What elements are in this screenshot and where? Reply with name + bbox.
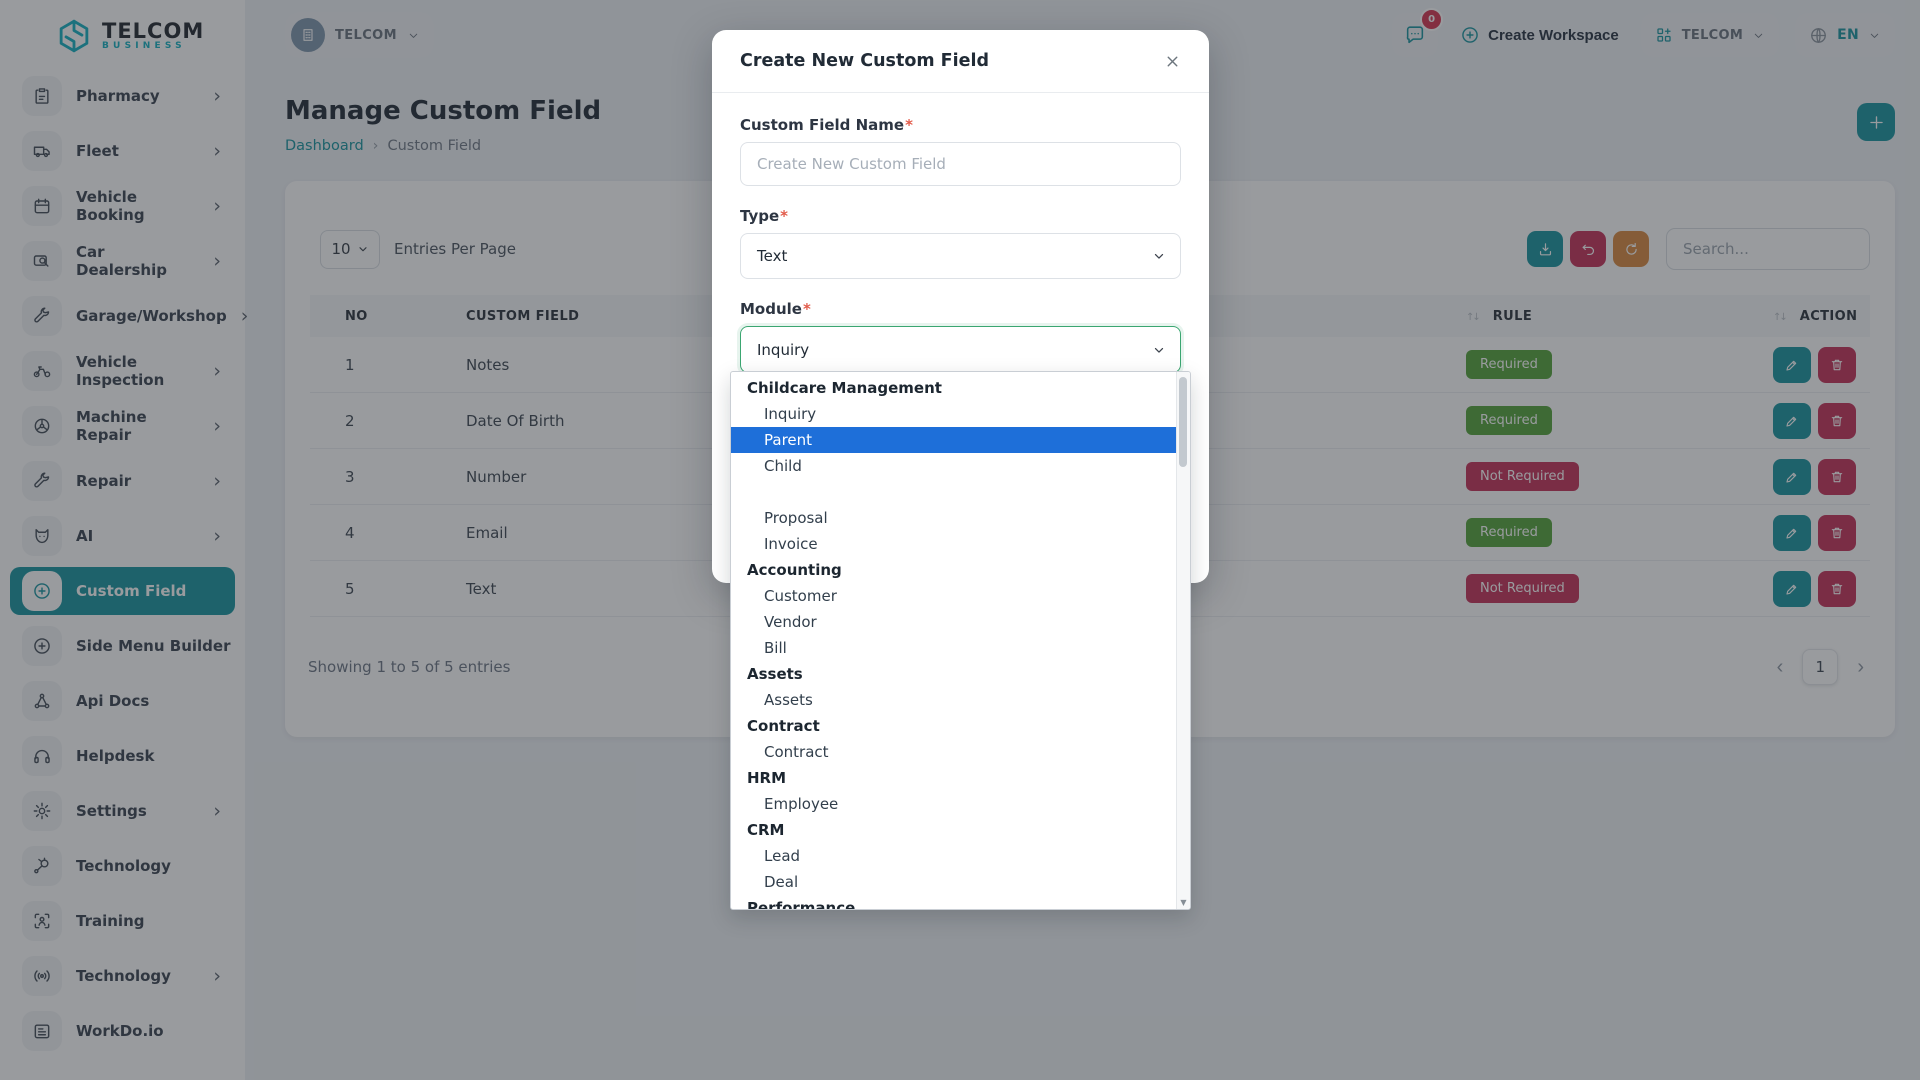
close-icon	[1164, 53, 1181, 70]
dropdown-group-accounting: Accounting	[731, 557, 1177, 583]
dropdown-option-customer[interactable]: Customer	[731, 583, 1177, 609]
close-button[interactable]	[1158, 52, 1187, 71]
dropdown-option-employee[interactable]: Employee	[731, 791, 1177, 817]
module-select-value: Inquiry	[757, 341, 809, 359]
custom-field-name-label: Custom Field Name*	[740, 116, 1181, 134]
required-mark: *	[803, 300, 811, 318]
dropdown-option-proposal[interactable]: Proposal	[731, 505, 1177, 531]
dropdown-option-contract[interactable]: Contract	[731, 739, 1177, 765]
dropdown-group-blank	[731, 479, 1177, 505]
chevron-down-icon	[1152, 343, 1166, 357]
dropdown-group-childcare-management: Childcare Management	[731, 375, 1177, 401]
module-dropdown: Childcare ManagementInquiryParentChild P…	[730, 371, 1191, 910]
modal-title: Create New Custom Field	[740, 51, 989, 71]
dropdown-option-assets[interactable]: Assets	[731, 687, 1177, 713]
required-mark: *	[905, 116, 913, 134]
dropdown-group-contract: Contract	[731, 713, 1177, 739]
chevron-down-icon	[1152, 249, 1166, 263]
module-label: Module*	[740, 300, 1181, 318]
dropdown-option-invoice[interactable]: Invoice	[731, 531, 1177, 557]
dropdown-scrollbar[interactable]: ▼	[1176, 372, 1190, 909]
module-dropdown-list: Childcare ManagementInquiryParentChild P…	[731, 375, 1177, 910]
dropdown-option-bill[interactable]: Bill	[731, 635, 1177, 661]
dropdown-option-vendor[interactable]: Vendor	[731, 609, 1177, 635]
dropdown-option-inquiry[interactable]: Inquiry	[731, 401, 1177, 427]
dropdown-option-child[interactable]: Child	[731, 453, 1177, 479]
type-label: Type*	[740, 207, 1181, 225]
dropdown-option-parent[interactable]: Parent	[731, 427, 1177, 453]
module-select[interactable]: Inquiry	[740, 326, 1181, 373]
dropdown-option-deal[interactable]: Deal	[731, 869, 1177, 895]
dropdown-option-lead[interactable]: Lead	[731, 843, 1177, 869]
dropdown-group-hrm: HRM	[731, 765, 1177, 791]
modal-header: Create New Custom Field	[712, 30, 1209, 93]
required-mark: *	[780, 207, 788, 225]
type-select[interactable]: Text	[740, 233, 1181, 279]
dropdown-group-crm: CRM	[731, 817, 1177, 843]
scrollbar-down-arrow[interactable]: ▼	[1177, 898, 1190, 907]
dropdown-group-performance: Performance	[731, 895, 1177, 910]
custom-field-name-input[interactable]	[740, 142, 1181, 186]
modal-body: Custom Field Name* Type* Text Module* In…	[712, 93, 1209, 373]
dropdown-group-assets: Assets	[731, 661, 1177, 687]
scrollbar-thumb[interactable]	[1179, 377, 1187, 467]
type-select-value: Text	[757, 247, 787, 265]
